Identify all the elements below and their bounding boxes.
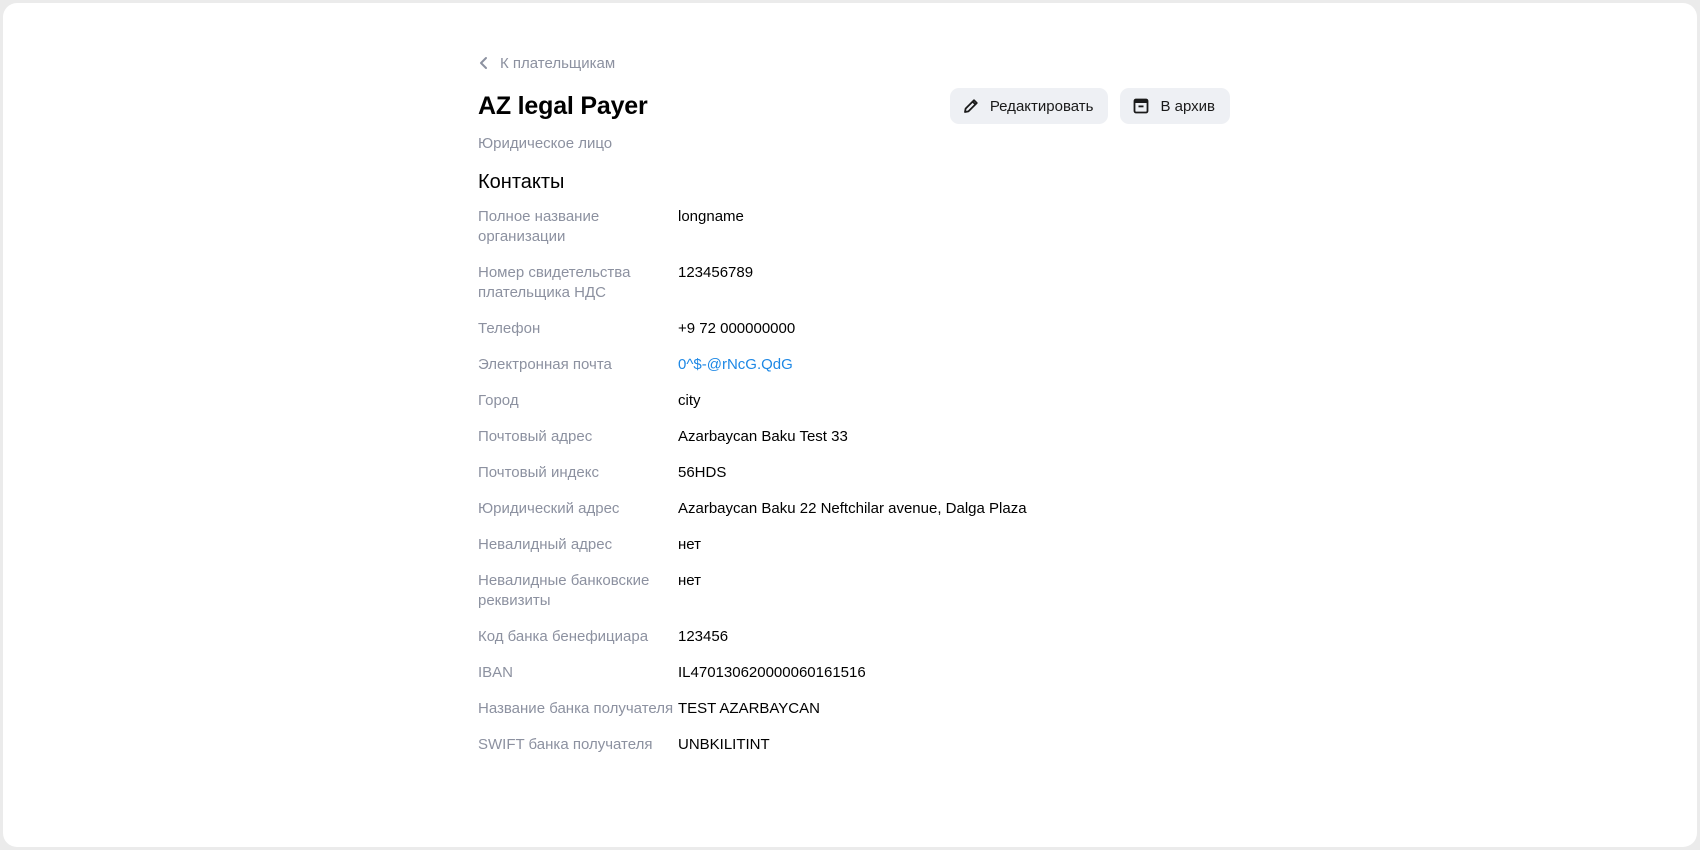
- back-link-label[interactable]: К плательщикам: [500, 55, 615, 72]
- info-row-iban: IBAN IL470130620000060161516: [478, 663, 1230, 683]
- info-row-value: нет: [678, 572, 701, 589]
- info-row-value: longname: [678, 208, 744, 225]
- archive-icon: [1131, 96, 1151, 116]
- info-row-city: Город city: [478, 391, 1230, 411]
- contacts-heading: Контакты: [478, 171, 565, 193]
- info-row-label: Юридический адрес: [478, 500, 620, 517]
- archive-button[interactable]: В архив: [1120, 88, 1230, 124]
- info-row-value: IL470130620000060161516: [678, 664, 866, 681]
- info-row-value: Azarbaycan Baku Test 33: [678, 428, 848, 445]
- contacts-list: Полное название организации longname Ном…: [478, 207, 1230, 755]
- edit-button[interactable]: Редактировать: [949, 88, 1109, 124]
- pencil-icon: [961, 96, 981, 116]
- info-row-label: Полное название организации: [478, 208, 600, 245]
- info-row-postal-address: Почтовый адрес Azarbaycan Baku Test 33: [478, 427, 1230, 447]
- email-link[interactable]: 0^$-@rNcG.QdG: [678, 355, 1230, 375]
- info-row-label: IBAN: [478, 664, 514, 681]
- info-row-legal-address: Юридический адрес Azarbaycan Baku 22 Nef…: [478, 499, 1230, 519]
- info-row-label: Код банка бенефициара: [478, 628, 649, 645]
- header-actions: Редактировать В архив: [949, 88, 1230, 124]
- info-row-swift: SWIFT банка получателя UNBKILITINT: [478, 735, 1230, 755]
- info-row-label: SWIFT банка получателя: [478, 736, 653, 753]
- info-row-value: нет: [678, 536, 701, 553]
- info-row-value: 123456: [678, 628, 729, 645]
- info-row-postal-code: Почтовый индекс 56HDS: [478, 463, 1230, 483]
- info-row-value: Azarbaycan Baku 22 Neftchilar avenue, Da…: [678, 500, 1027, 517]
- info-row-label: Почтовый индекс: [478, 464, 599, 481]
- info-row-label: Номер свидетельства плательщика НДС: [478, 264, 631, 301]
- info-row-invalid-bank-details: Невалидные банковские реквизиты нет: [478, 571, 1230, 611]
- info-row-value: city: [678, 392, 701, 409]
- page-card: К плательщикам AZ legal Payer Редактиров…: [3, 3, 1697, 847]
- info-row-vat-number: Номер свидетельства плательщика НДС 1234…: [478, 263, 1230, 303]
- payer-type: Юридическое лицо: [478, 135, 613, 152]
- info-row-value: TEST AZARBAYCAN: [678, 700, 820, 717]
- info-row-label: Город: [478, 392, 519, 409]
- info-row-label: Почтовый адрес: [478, 428, 593, 445]
- payer-details: К плательщикам AZ legal Payer Редактиров…: [478, 51, 1230, 771]
- info-row-label: Невалидный адрес: [478, 536, 613, 553]
- info-row-bank-name: Название банка получателя TEST AZARBAYCA…: [478, 699, 1230, 719]
- info-row-label: Название банка получателя: [478, 700, 674, 717]
- page-header: AZ legal Payer Редактировать В архив: [478, 87, 1230, 125]
- info-row-value: 123456789: [678, 264, 754, 281]
- info-row-beneficiary-bank-code: Код банка бенефициара 123456: [478, 627, 1230, 647]
- info-row-label: Невалидные банковские реквизиты: [478, 572, 650, 609]
- archive-button-label: В архив: [1160, 97, 1215, 115]
- info-row-org-name: Полное название организации longname: [478, 207, 1230, 247]
- edit-button-label: Редактировать: [989, 97, 1094, 115]
- info-row-value: UNBKILITINT: [678, 736, 770, 753]
- info-row-invalid-address: Невалидный адрес нет: [478, 535, 1230, 555]
- info-row-email: Электронная почта 0^$-@rNcG.QdG: [478, 355, 1230, 375]
- info-row-label: Телефон: [478, 320, 541, 337]
- back-link[interactable]: К плательщикам: [478, 51, 1230, 75]
- info-row-value: +9 72 000000000: [678, 320, 796, 337]
- page-title: AZ legal Payer: [478, 91, 648, 120]
- info-row-value: 56HDS: [678, 464, 727, 481]
- chevron-left-icon: [478, 56, 490, 70]
- info-row-label: Электронная почта: [478, 356, 612, 373]
- info-row-phone: Телефон +9 72 000000000: [478, 319, 1230, 339]
